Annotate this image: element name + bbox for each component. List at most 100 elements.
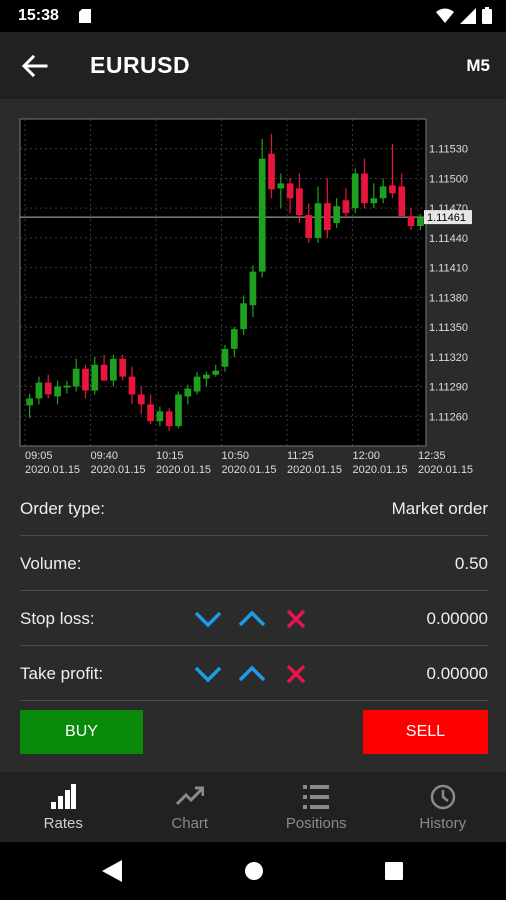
nav-item-history[interactable]: History <box>380 772 506 842</box>
y-tick-label: 1.11260 <box>429 411 468 423</box>
volume-label: Volume: <box>20 554 82 573</box>
candle-up <box>333 206 340 224</box>
order-type-label: Order type: <box>20 499 106 518</box>
back-triangle-icon[interactable] <box>102 860 122 882</box>
take-profit-value[interactable]: 0.00000 <box>427 664 488 684</box>
chevron-up-icon[interactable] <box>238 660 266 688</box>
bar-chart-icon <box>51 784 77 809</box>
candle-up <box>417 217 424 227</box>
nav-label-positions: Positions <box>285 815 347 832</box>
candle-up <box>26 398 33 406</box>
sell-button[interactable]: SELL <box>363 710 488 754</box>
volume-row[interactable]: Volume: 0.50 <box>20 536 488 591</box>
recents-square-icon[interactable] <box>384 860 404 882</box>
signal-icon <box>460 7 476 24</box>
chevron-up-icon[interactable] <box>238 605 266 633</box>
close-icon[interactable] <box>282 605 310 633</box>
home-circle-icon[interactable] <box>244 860 264 882</box>
nav-label-history: History <box>419 815 467 832</box>
back-arrow-icon[interactable] <box>20 52 48 80</box>
candle-up <box>175 394 182 427</box>
candle-down <box>296 188 303 216</box>
candle-down <box>165 411 173 427</box>
chevron-down-icon[interactable] <box>194 660 222 688</box>
candle-up <box>35 382 43 399</box>
candle-up <box>314 203 322 238</box>
x-tick-time: 10:15 <box>156 450 184 462</box>
sim-card-icon <box>79 9 91 23</box>
y-tick-label: 1.11350 <box>429 322 468 334</box>
x-tick-date: 2020.01.15 <box>156 464 211 476</box>
candle-down <box>361 173 368 204</box>
y-tick-label: 1.11290 <box>429 382 468 394</box>
y-tick-label: 1.11500 <box>429 173 468 185</box>
close-icon[interactable] <box>282 660 310 688</box>
wifi-icon <box>436 8 454 23</box>
candle-up <box>72 368 80 387</box>
system-navigation-bar <box>0 842 506 900</box>
candle-up <box>110 358 117 381</box>
candle-down <box>286 183 294 199</box>
stop-loss-label: Stop loss: <box>20 609 95 628</box>
x-tick-time: 09:40 <box>91 450 119 462</box>
stop-loss-row: Stop loss: 0.00000 <box>20 591 488 646</box>
candle-up <box>184 388 192 397</box>
candle-down <box>44 382 52 395</box>
candlestick-chart[interactable]: 1.115301.115001.114701.114401.114101.113… <box>0 99 506 479</box>
nav-label-chart: Chart <box>171 815 209 832</box>
candle-down <box>268 153 275 190</box>
x-tick-date: 2020.01.15 <box>222 464 277 476</box>
price-chart[interactable]: 1.11530 1.11500 1.11470 1.11440 1.11410 1.113… <box>0 99 506 479</box>
candle-up <box>193 376 201 392</box>
candle-down <box>407 216 415 227</box>
trend-line-icon <box>175 786 204 806</box>
symbol-title: EURUSD <box>90 52 191 78</box>
candle-down <box>389 185 396 194</box>
x-tick-date: 2020.01.15 <box>353 464 408 476</box>
candle-up <box>277 183 285 189</box>
candle-up <box>370 198 378 204</box>
candle-down <box>100 364 108 381</box>
candle-down <box>323 203 331 230</box>
nav-item-rates[interactable]: Rates <box>0 772 127 842</box>
y-tick-label: 1.11380 <box>429 292 468 304</box>
x-tick-time: 12:00 <box>353 450 381 462</box>
candle-up <box>258 158 266 272</box>
list-icon <box>303 785 330 809</box>
timeframe-selector[interactable]: M5 <box>466 56 490 76</box>
y-tick-label: 1.11440 <box>429 233 468 245</box>
x-tick-date: 2020.01.15 <box>287 464 342 476</box>
nav-item-chart[interactable]: Chart <box>127 772 254 842</box>
y-tick-label: 1.11320 <box>429 352 468 364</box>
chevron-down-icon[interactable] <box>194 605 222 633</box>
candle-up <box>63 385 71 388</box>
buy-button[interactable]: BUY <box>20 710 143 754</box>
x-tick-time: 10:50 <box>222 450 250 462</box>
candle-up <box>221 348 229 367</box>
candle-up <box>351 173 359 209</box>
candle-up <box>203 374 210 379</box>
volume-value[interactable]: 0.50 <box>455 554 488 574</box>
battery-icon <box>482 7 492 24</box>
candle-down <box>147 404 154 422</box>
y-tick-label: 1.11410 <box>429 263 468 275</box>
candle-down <box>305 215 313 238</box>
candle-down <box>137 394 145 405</box>
status-time: 15:38 <box>18 7 59 24</box>
current-price-label: 1.11461 <box>427 212 466 224</box>
bottom-navigation: Rates Chart Positions History <box>0 772 506 842</box>
candle-up <box>379 186 387 199</box>
nav-label-rates: Rates <box>43 815 83 832</box>
take-profit-label: Take profit: <box>20 664 104 683</box>
candle-down <box>342 200 350 214</box>
app-bar: EURUSD M5 <box>0 32 506 99</box>
order-type-row[interactable]: Order type: Market order <box>20 481 488 536</box>
stop-loss-value[interactable]: 0.00000 <box>427 609 488 629</box>
candle-up <box>156 411 164 422</box>
x-tick-time: 09:05 <box>25 450 53 462</box>
candle-down <box>119 358 127 377</box>
candle-up <box>230 329 238 349</box>
take-profit-row: Take profit: 0.00000 <box>20 646 488 701</box>
nav-item-positions[interactable]: Positions <box>253 772 380 842</box>
order-type-value[interactable]: Market order <box>392 499 488 519</box>
